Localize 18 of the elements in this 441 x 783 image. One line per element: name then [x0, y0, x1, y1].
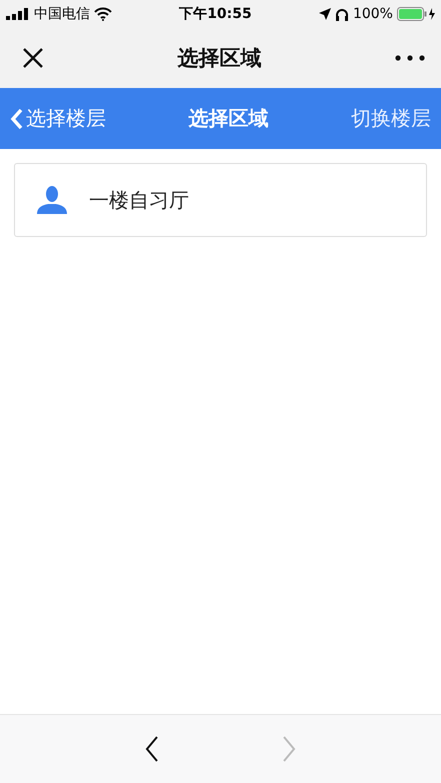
signal-icon — [6, 8, 30, 20]
carrier-name: 中国电信 — [34, 5, 90, 23]
wifi-icon — [94, 7, 112, 21]
window-title: 选择区域 — [178, 45, 262, 72]
area-name: 一楼自习厅 — [89, 186, 189, 214]
more-icon[interactable] — [395, 55, 425, 61]
location-icon — [318, 8, 331, 20]
battery-charging-icon — [396, 7, 435, 21]
status-time: 下午10:55 — [179, 5, 252, 23]
page-title: 选择区域 — [188, 105, 268, 132]
close-icon[interactable] — [22, 47, 44, 69]
person-icon — [37, 186, 67, 214]
headphones-icon — [334, 8, 349, 20]
chevron-left-icon — [10, 108, 24, 130]
battery-percent: 100% — [352, 6, 393, 22]
area-item[interactable]: 一楼自习厅 — [14, 163, 427, 237]
back-link[interactable]: 选择楼层 — [10, 105, 106, 132]
switch-floor-link[interactable]: 切换楼层 — [351, 105, 431, 132]
